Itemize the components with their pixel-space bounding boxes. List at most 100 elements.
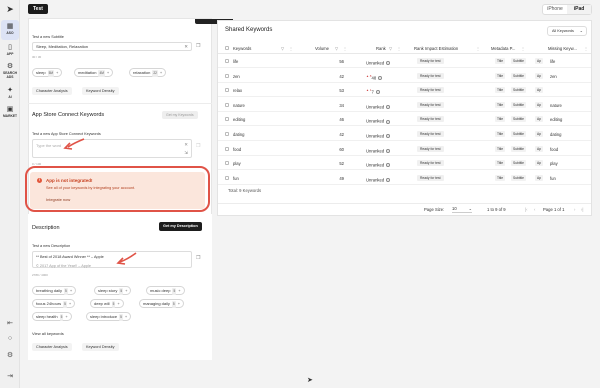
plus-icon[interactable]: +: [56, 70, 58, 75]
row-checkbox[interactable]: [225, 88, 229, 93]
keyword-density-button[interactable]: Keyword Density: [82, 343, 119, 351]
row-checkbox[interactable]: [225, 117, 229, 122]
table-row[interactable]: food 60 Unranked Ready for test Title Subtitl…: [218, 143, 591, 156]
keyword-chip[interactable]: managing daily 5 +: [139, 299, 185, 308]
app-logo-icon[interactable]: ➤: [5, 4, 15, 14]
table-row[interactable]: relax 53 ▲ 17 Ready for test Title Subtitle Ap: [218, 84, 591, 98]
plus-icon[interactable]: +: [160, 70, 162, 75]
clear-icon[interactable]: ✕: [184, 142, 188, 148]
keyword-chip[interactable]: music deep 5 +: [146, 286, 185, 295]
col-keywords[interactable]: Keywords: [233, 46, 251, 51]
logout-icon[interactable]: ⇤: [5, 319, 15, 329]
row-checkbox[interactable]: [225, 59, 229, 63]
column-menu-icon[interactable]: ⋮: [397, 46, 401, 51]
table-row[interactable]: editing 46 Unranked Ready for test Title Subt…: [218, 113, 591, 127]
get-keywords-button[interactable]: Get my Keywords: [162, 111, 198, 119]
keyword-chip[interactable]: deep will 5 +: [90, 299, 124, 308]
col-missing[interactable]: Missing Keyw...: [548, 46, 577, 51]
keyword-density-button[interactable]: Keyword Density: [82, 87, 119, 95]
first-page-icon[interactable]: |‹: [525, 207, 527, 212]
plus-icon[interactable]: +: [70, 288, 72, 293]
row-checkbox[interactable]: [225, 161, 229, 166]
expand-icon[interactable]: ⇥: [5, 372, 15, 382]
plus-icon[interactable]: +: [107, 70, 109, 75]
table-row[interactable]: dating 42 Unranked Ready for test Title Subti…: [218, 128, 591, 141]
prev-page-icon[interactable]: ‹: [534, 207, 535, 212]
rail-item-search-ads[interactable]: ⚙ SEARCH ADS: [1, 60, 19, 82]
col-rank[interactable]: Rank: [376, 46, 386, 51]
rail-item-app[interactable]: ▯ APP: [1, 41, 19, 61]
rail-item-market[interactable]: ▣ MARKET: [1, 103, 19, 123]
table-row[interactable]: play 52 Unranked Ready for test Title Subtitl…: [218, 157, 591, 171]
rank-history-icon[interactable]: [386, 163, 391, 168]
settings-icon[interactable]: ⚙: [5, 351, 15, 361]
chat-icon[interactable]: ○: [5, 335, 15, 345]
copy-icon[interactable]: ❐: [196, 255, 200, 261]
device-option-iphone[interactable]: iPhone: [543, 5, 567, 14]
rail-item-aso[interactable]: ▦ ASO: [1, 20, 19, 40]
filter-icon[interactable]: ▽: [335, 46, 338, 51]
device-option-ipad[interactable]: iPad: [567, 5, 591, 14]
keyword-chip[interactable]: sleep story 5 +: [94, 286, 132, 295]
keyword-chip[interactable]: breathing daily 5 +: [32, 286, 77, 295]
row-checkbox[interactable]: [225, 102, 229, 107]
rank-history-icon[interactable]: [386, 105, 391, 110]
table-row[interactable]: life 56 Unranked Ready for test Title Subtitl…: [218, 55, 591, 68]
plus-icon[interactable]: +: [178, 288, 180, 293]
plus-icon[interactable]: +: [65, 314, 67, 319]
col-rank-impact[interactable]: Rank Impact Estimation: [414, 46, 458, 51]
subtitle-input[interactable]: Sleep, Meditation, Relaxation ✕: [32, 42, 192, 51]
copy-icon[interactable]: ❐: [196, 143, 200, 149]
rank-history-icon[interactable]: [378, 75, 383, 80]
character-analysis-button[interactable]: Character Analysis: [32, 87, 72, 95]
row-checkbox[interactable]: [225, 146, 229, 151]
rank-history-icon[interactable]: [386, 148, 391, 153]
column-menu-icon[interactable]: ⋮: [521, 46, 525, 51]
keyword-chip[interactable]: focus 24hours 5 +: [32, 299, 76, 308]
view-all-keywords-link[interactable]: View all keywords: [32, 331, 64, 336]
rank-history-icon[interactable]: [386, 178, 391, 183]
keyword-chip[interactable]: sleep health 5 +: [32, 312, 72, 321]
plus-icon[interactable]: +: [125, 288, 127, 293]
col-volume[interactable]: Volume: [315, 46, 329, 51]
keyword-chip[interactable]: sleep 5M +: [32, 68, 63, 77]
character-analysis-button[interactable]: Character Analysis: [32, 343, 72, 351]
plus-icon[interactable]: +: [69, 301, 71, 306]
column-menu-icon[interactable]: ⋮: [584, 46, 588, 51]
page-size-select[interactable]: 10 ⌄: [452, 206, 472, 213]
test-button[interactable]: Test: [28, 4, 48, 14]
table-row[interactable]: fun 49 Unranked Ready for test Title Subtitle…: [218, 172, 591, 185]
table-row[interactable]: nature 34 Unranked Ready for test Title Subti…: [218, 99, 591, 112]
chip-count: 5M: [47, 70, 54, 77]
keyword-chip[interactable]: meditation 4M +: [74, 68, 114, 77]
column-menu-icon[interactable]: ⋮: [343, 46, 347, 51]
row-checkbox[interactable]: [225, 132, 229, 136]
column-menu-icon[interactable]: ⋮: [476, 46, 480, 51]
filter-icon[interactable]: ▽: [281, 46, 284, 51]
get-description-button[interactable]: Get my Description: [159, 222, 202, 231]
row-checkbox[interactable]: [225, 175, 229, 180]
last-page-icon[interactable]: ›|: [581, 207, 583, 212]
plus-icon[interactable]: +: [117, 301, 119, 306]
filter-icon[interactable]: ▽: [389, 46, 392, 51]
table-row[interactable]: zen 42 ▲ 848 Ready for test Title Subtitle Ap z…: [218, 70, 591, 83]
keyword-chip[interactable]: relaxation 22 +: [129, 68, 167, 77]
plus-icon[interactable]: +: [125, 314, 127, 319]
rank-history-icon[interactable]: [386, 134, 391, 139]
keyword-chip[interactable]: sleep introduce 5 +: [86, 312, 132, 321]
rank-history-icon[interactable]: [386, 119, 391, 124]
rank-history-icon[interactable]: [375, 90, 380, 95]
select-all-checkbox[interactable]: [225, 46, 229, 50]
clear-icon[interactable]: ✕: [184, 43, 188, 50]
col-metadata[interactable]: Metadata P...: [491, 46, 515, 51]
device-toggle[interactable]: iPhone iPad: [542, 4, 592, 15]
row-checkbox[interactable]: [225, 73, 229, 78]
rank-history-icon[interactable]: [386, 61, 391, 66]
connect-label: Test a new App Store Connect Keywords: [32, 132, 101, 136]
copy-icon[interactable]: ❐: [196, 43, 200, 49]
rail-item-ai[interactable]: ✦ AI: [1, 84, 19, 104]
keyword-filter-select[interactable]: All Keywords ⌄: [547, 26, 587, 36]
plus-icon[interactable]: +: [178, 301, 180, 306]
next-page-icon[interactable]: ›: [574, 207, 575, 212]
column-menu-icon[interactable]: ⋮: [289, 46, 293, 51]
